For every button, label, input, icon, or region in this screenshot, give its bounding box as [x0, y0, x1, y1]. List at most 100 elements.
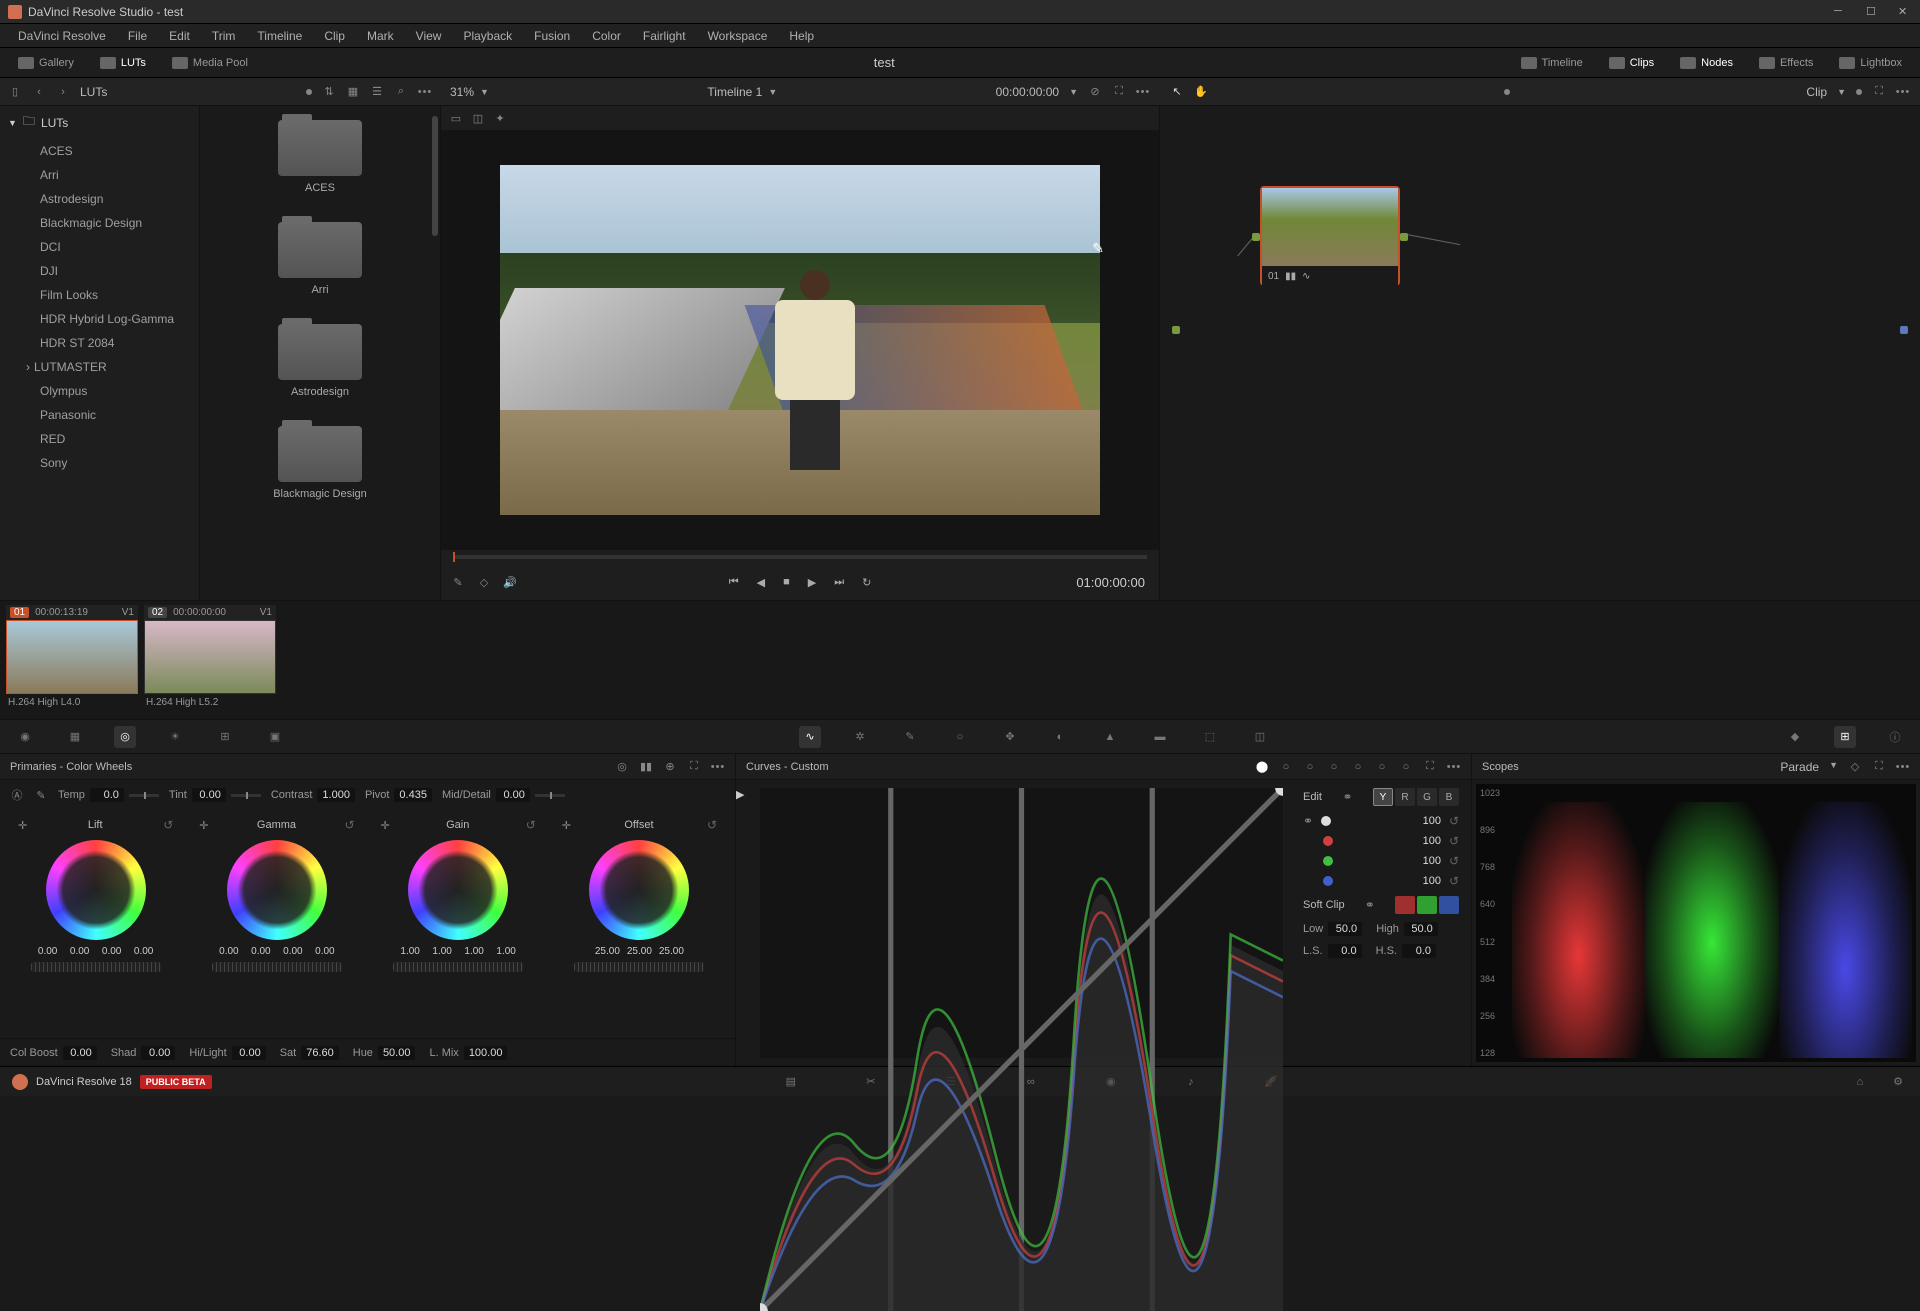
mute-icon[interactable]: 🔊 — [503, 575, 517, 589]
color-match-icon[interactable]: ▦ — [64, 726, 86, 748]
channel-b-button[interactable]: B — [1439, 788, 1459, 806]
menu-help[interactable]: Help — [779, 27, 824, 45]
gamma-jog[interactable] — [212, 962, 342, 972]
tree-item-aces[interactable]: ACES — [0, 139, 199, 163]
color-warper-icon[interactable]: ✲ — [849, 726, 871, 748]
softclip-link-icon[interactable]: ⚭ — [1365, 898, 1375, 912]
zoom-value[interactable]: 31% — [450, 85, 474, 99]
nav-fwd-icon[interactable]: › — [56, 85, 70, 99]
gamma-picker-icon[interactable]: ✛ — [199, 819, 208, 832]
chevron-down-icon[interactable]: ▼ — [1069, 87, 1078, 97]
lift-jog[interactable] — [31, 962, 161, 972]
bypass-icon[interactable]: ⊘ — [1088, 85, 1102, 99]
home-icon[interactable]: ⌂ — [1850, 1072, 1870, 1092]
intensity-r-value[interactable]: 100 — [1341, 835, 1441, 847]
chevron-down-icon[interactable]: ▼ — [480, 87, 489, 97]
softclip-hs-value[interactable]: 0.0 — [1402, 944, 1436, 958]
scopes-expand-icon[interactable]: ⛶ — [1872, 760, 1886, 774]
3d-icon[interactable]: ◫ — [1249, 726, 1271, 748]
hue-vs-lum-icon[interactable]: ○ — [1327, 760, 1341, 774]
curves-icon[interactable]: ∿ — [799, 726, 821, 748]
tree-item-filmlooks[interactable]: Film Looks — [0, 283, 199, 307]
node-graph[interactable]: 01 ▮▮ ∿ — [1160, 106, 1920, 600]
graph-input-port[interactable] — [1172, 326, 1180, 334]
timeline-button[interactable]: Timeline — [1515, 54, 1589, 72]
sidebar-toggle-icon[interactable]: ▯ — [8, 85, 22, 99]
lift-wheel[interactable] — [46, 840, 146, 940]
intensity-b-value[interactable]: 100 — [1341, 875, 1441, 887]
picker-black-icon[interactable]: ✎ — [34, 788, 48, 802]
middetail-slider[interactable] — [535, 794, 565, 797]
effects-button[interactable]: Effects — [1753, 54, 1819, 72]
list-view-icon[interactable]: ☰ — [370, 85, 384, 99]
tree-item-astrodesign[interactable]: Astrodesign — [0, 187, 199, 211]
lift-values[interactable]: 0.000.000.000.00 — [34, 946, 158, 957]
curve-handle-icon[interactable]: ▶ — [736, 788, 744, 801]
hdr-icon[interactable]: ☀ — [164, 726, 186, 748]
curves-more-icon[interactable]: ••• — [1447, 760, 1461, 774]
step-back-button[interactable]: ◀ — [757, 576, 765, 589]
info-icon[interactable]: ⓘ — [1884, 726, 1906, 748]
tree-item-arri[interactable]: Arri — [0, 163, 199, 187]
cie-icon[interactable]: ◇ — [1848, 760, 1862, 774]
close-button[interactable]: ✕ — [1898, 5, 1912, 19]
pointer-icon[interactable]: ↖ — [1170, 85, 1184, 99]
menu-view[interactable]: View — [406, 27, 452, 45]
loop-button[interactable]: ↻ — [862, 576, 871, 589]
clip-thumbnail[interactable] — [144, 620, 276, 694]
search-icon[interactable]: ⌕ — [394, 85, 408, 99]
lut-folder[interactable]: Arri — [214, 222, 426, 296]
channel-g-button[interactable]: G — [1417, 788, 1437, 806]
gamma-values[interactable]: 0.000.000.000.00 — [215, 946, 339, 957]
temp-value[interactable]: 0.0 — [90, 788, 124, 802]
lum-vs-sat-icon[interactable]: ○ — [1351, 760, 1365, 774]
maximize-button[interactable]: ☐ — [1866, 5, 1880, 19]
menu-edit[interactable]: Edit — [159, 27, 200, 45]
log-mode-icon[interactable]: ⊕ — [663, 760, 677, 774]
menu-davinci[interactable]: DaVinci Resolve — [8, 27, 116, 45]
menu-fusion[interactable]: Fusion — [524, 27, 580, 45]
lmix-value[interactable]: 100.00 — [464, 1046, 508, 1060]
gain-wheel[interactable] — [408, 840, 508, 940]
camera-raw-icon[interactable]: ◉ — [14, 726, 36, 748]
tree-item-hdr-st2084[interactable]: HDR ST 2084 — [0, 331, 199, 355]
primaries-more-icon[interactable]: ••• — [711, 760, 725, 774]
lift-picker-icon[interactable]: ✛ — [18, 819, 27, 832]
play-button[interactable]: ▶ — [808, 576, 816, 589]
chevron-down-icon[interactable]: ▼ — [1829, 760, 1838, 774]
lift-reset-icon[interactable]: ↺ — [163, 818, 173, 832]
menu-file[interactable]: File — [118, 27, 157, 45]
minimize-button[interactable]: ─ — [1834, 5, 1848, 19]
channel-y-button[interactable]: Y — [1373, 788, 1393, 806]
gain-jog[interactable] — [393, 962, 523, 972]
softclip-ls-value[interactable]: 0.0 — [1328, 944, 1362, 958]
bars-mode-icon[interactable]: ▮▮ — [639, 760, 653, 774]
intensity-y-value[interactable]: 100 — [1339, 815, 1441, 827]
auto-balance-icon[interactable]: Ⓐ — [10, 788, 24, 802]
lightbox-button[interactable]: Lightbox — [1833, 54, 1908, 72]
lut-folder[interactable]: Blackmagic Design — [214, 426, 426, 500]
nodes-button[interactable]: Nodes — [1674, 54, 1739, 72]
clip-item[interactable]: 02 00:00:00:00 V1 H.264 High L5.2 — [144, 605, 276, 715]
image-wipe-icon[interactable]: ▭ — [449, 111, 463, 125]
primaries-icon[interactable]: ◎ — [114, 726, 136, 748]
softclip-r-button[interactable] — [1395, 896, 1415, 914]
reset-icon[interactable]: ↺ — [1449, 854, 1459, 868]
shad-value[interactable]: 0.00 — [141, 1046, 175, 1060]
tree-root[interactable]: ▼ 🗀 LUTs — [0, 106, 199, 139]
sort-icon[interactable]: ⇅ — [322, 85, 336, 99]
key-icon[interactable]: ▬ — [1149, 726, 1171, 748]
playhead[interactable] — [453, 552, 455, 562]
lut-folder[interactable]: Astrodesign — [214, 324, 426, 398]
menu-playback[interactable]: Playback — [453, 27, 522, 45]
chevron-down-icon[interactable]: ▼ — [768, 87, 777, 97]
viewer-scrubber[interactable] — [441, 550, 1159, 564]
tree-item-dci[interactable]: DCI — [0, 235, 199, 259]
tree-item-sony[interactable]: Sony — [0, 451, 199, 475]
unmix-icon[interactable]: ◇ — [477, 575, 491, 589]
menu-timeline[interactable]: Timeline — [247, 27, 312, 45]
chevron-down-icon[interactable]: ▼ — [1837, 87, 1846, 97]
tree-item-dji[interactable]: DJI — [0, 259, 199, 283]
curves-graph[interactable] — [760, 788, 1283, 1058]
reset-icon[interactable]: ↺ — [1449, 834, 1459, 848]
